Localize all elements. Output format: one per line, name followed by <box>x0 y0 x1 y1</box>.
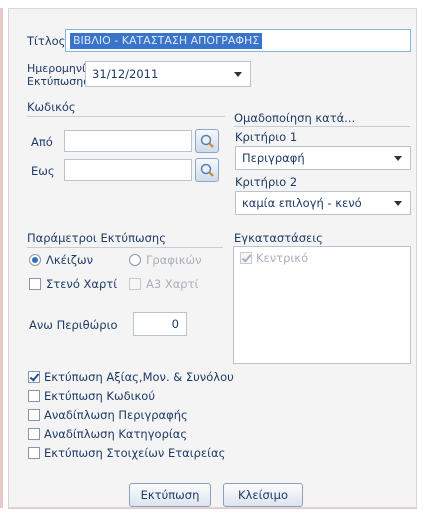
option-wrap-description-label: Αναδίπλωση Περιγραφής <box>44 408 188 422</box>
top-margin-label: Ανω Περιθώριο <box>29 318 118 332</box>
code-to-search-button[interactable] <box>195 158 219 182</box>
print-params-divider <box>27 247 223 248</box>
print-date-label-line2: Εκτύπωσης <box>27 75 90 88</box>
code-from-search-button[interactable] <box>195 129 219 153</box>
radio-graphics[interactable] <box>129 254 141 266</box>
print-button[interactable]: Εκτύπωση <box>129 483 211 507</box>
narrow-paper-label: Στενό Χαρτί <box>46 277 118 291</box>
title-input[interactable]: ΒΙΒΛΙΟ - ΚΑΤΑΣΤΑΣΗ ΑΠΟΓΡΑΦΗΣ <box>65 29 411 52</box>
option-print-code-label: Εκτύπωση Κωδικού <box>44 389 155 403</box>
search-icon <box>200 134 214 148</box>
code-section-label: Κωδικός <box>27 100 76 114</box>
a3-paper-label: Α3 Χαρτί <box>146 277 199 291</box>
code-to-input[interactable] <box>64 159 192 181</box>
close-button[interactable]: Κλείσιμο <box>223 483 303 507</box>
window-edge-left <box>0 8 3 508</box>
chevron-down-icon <box>234 72 242 77</box>
criterion1-label: Κριτήριο 1 <box>235 130 298 144</box>
print-date-picker[interactable]: 31/12/2011 <box>85 61 251 87</box>
print-date-value: 31/12/2011 <box>92 67 159 81</box>
narrow-paper-checkbox[interactable] <box>29 278 41 290</box>
option-wrap-description-checkbox[interactable] <box>28 409 40 421</box>
criterion1-select[interactable]: Περιγραφή <box>235 146 411 170</box>
criterion2-select[interactable]: καμία επιλογή - κενό <box>235 191 411 215</box>
title-input-value: ΒΙΒΛΙΟ - ΚΑΤΑΣΤΑΣΗ ΑΠΟΓΡΑΦΗΣ <box>70 33 263 49</box>
installations-list[interactable]: Κεντρικό <box>233 246 411 364</box>
installations-label: Εγκαταστάσεις <box>234 231 323 245</box>
option-wrap-category-checkbox[interactable] <box>28 428 40 440</box>
option-print-company-checkbox[interactable] <box>28 447 40 459</box>
print-date-label-line1: Ημερομηνία <box>27 62 94 75</box>
code-section-divider <box>27 116 225 117</box>
code-to-label: Εως <box>31 164 55 178</box>
grouping-divider <box>234 126 410 127</box>
grouping-label: Ομαδοποίηση κατά... <box>234 111 356 125</box>
code-from-label: Από <box>31 135 53 149</box>
option-print-code-checkbox[interactable] <box>28 390 40 402</box>
criterion2-label: Κριτήριο 2 <box>235 175 298 189</box>
top-margin-value: 0 <box>171 317 179 331</box>
criterion1-value: Περιγραφή <box>242 151 305 165</box>
top-margin-input[interactable]: 0 <box>133 312 187 336</box>
chevron-down-icon <box>394 201 402 206</box>
installation-item-label: Κεντρικό <box>256 251 309 265</box>
radio-lasers[interactable] <box>29 254 41 266</box>
radio-graphics-label: Γραφικών <box>146 253 202 267</box>
radio-lasers-label: Λκέιζων <box>46 253 94 267</box>
chevron-down-icon <box>394 156 402 161</box>
criterion2-value: καμία επιλογή - κενό <box>242 196 362 210</box>
option-print-value-checkbox[interactable] <box>28 371 40 383</box>
option-print-company-label: Εκτύπωση Στοιχείων Εταιρείας <box>44 446 226 460</box>
a3-paper-checkbox[interactable] <box>129 278 141 290</box>
print-dialog: Τίτλος ΒΙΒΛΙΟ - ΚΑΤΑΣΤΑΣΗ ΑΠΟΓΡΑΦΗΣ Ημερ… <box>8 8 417 508</box>
option-print-value-label: Εκτύπωση Αξίας,Μον. & Συνόλου <box>44 370 234 384</box>
option-wrap-category-label: Αναδίπλωση Κατηγορίας <box>44 427 188 441</box>
code-from-input[interactable] <box>64 130 192 152</box>
search-icon <box>200 163 214 177</box>
installation-item-checkbox[interactable] <box>240 252 252 264</box>
title-label: Τίτλος <box>27 34 66 48</box>
print-params-label: Παράμετροι Εκτύπωσης <box>27 231 166 245</box>
